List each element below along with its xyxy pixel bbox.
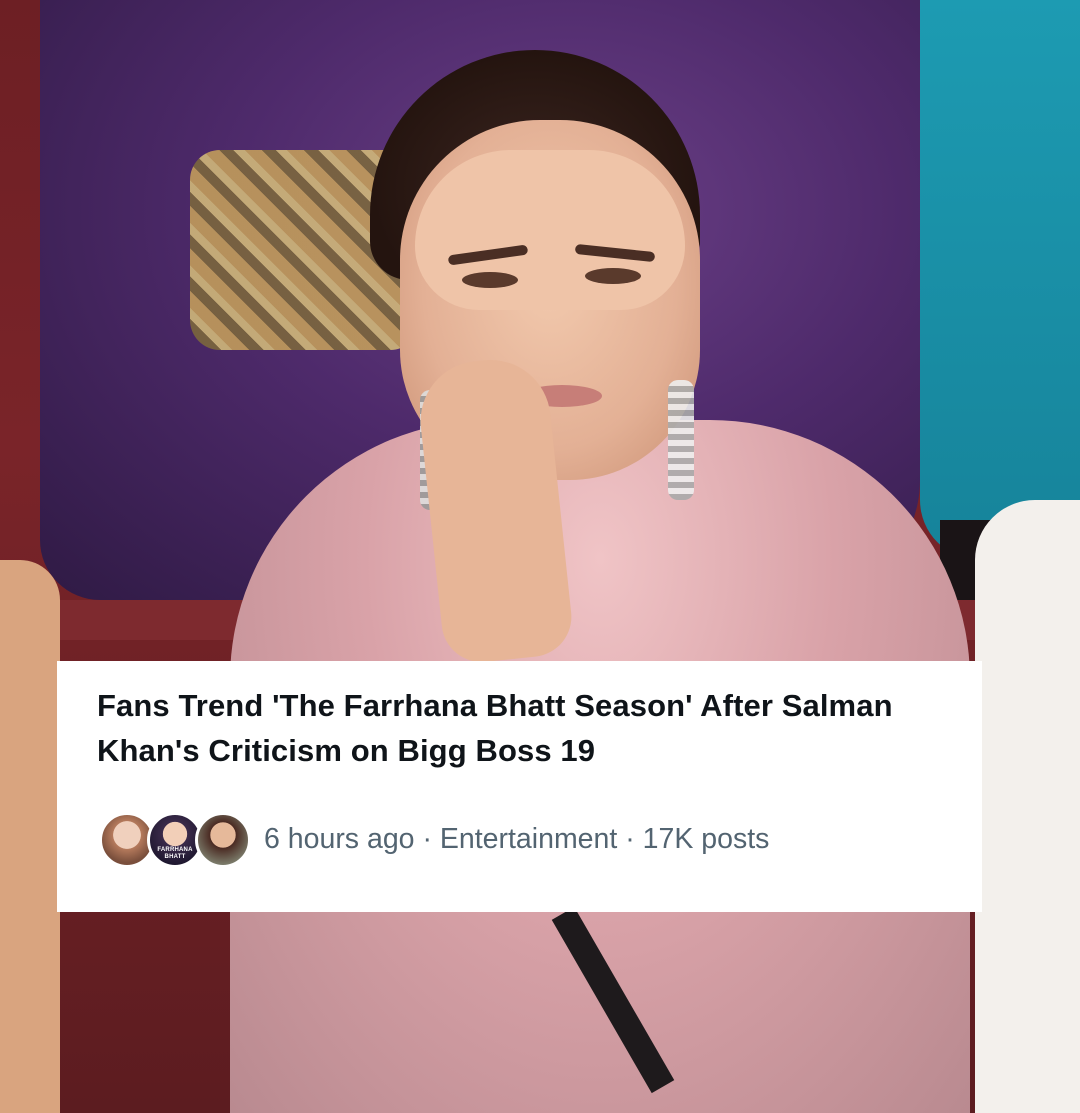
meta-separator: · [625, 823, 635, 855]
meta-separator: · [422, 823, 432, 855]
trend-time: 6 hours ago [264, 823, 415, 855]
teal-outfit-person [920, 0, 1080, 560]
white-outfit-person [975, 500, 1080, 1113]
avatar-3 [195, 812, 251, 868]
left-arm [0, 560, 60, 1113]
right-eye [585, 268, 641, 284]
left-eye [462, 272, 518, 288]
trend-card[interactable]: Fans Trend 'The Farrhana Bhatt Season' A… [57, 661, 982, 912]
trend-meta-row: FARRHANA BHATT 6 hours ago · Entertainme… [99, 810, 769, 868]
avatar-2-text: FARRHANA BHATT [157, 847, 193, 860]
background-photo [0, 0, 1080, 1113]
forehead [415, 150, 685, 310]
trend-category[interactable]: Entertainment [440, 823, 617, 855]
trend-meta: 6 hours ago · Entertainment · 17K posts [264, 819, 769, 859]
trend-headline[interactable]: Fans Trend 'The Farrhana Bhatt Season' A… [97, 683, 942, 773]
trend-post-count: 17K posts [642, 823, 770, 855]
avatar-stack[interactable]: FARRHANA BHATT [99, 810, 251, 868]
right-earring [668, 380, 694, 500]
